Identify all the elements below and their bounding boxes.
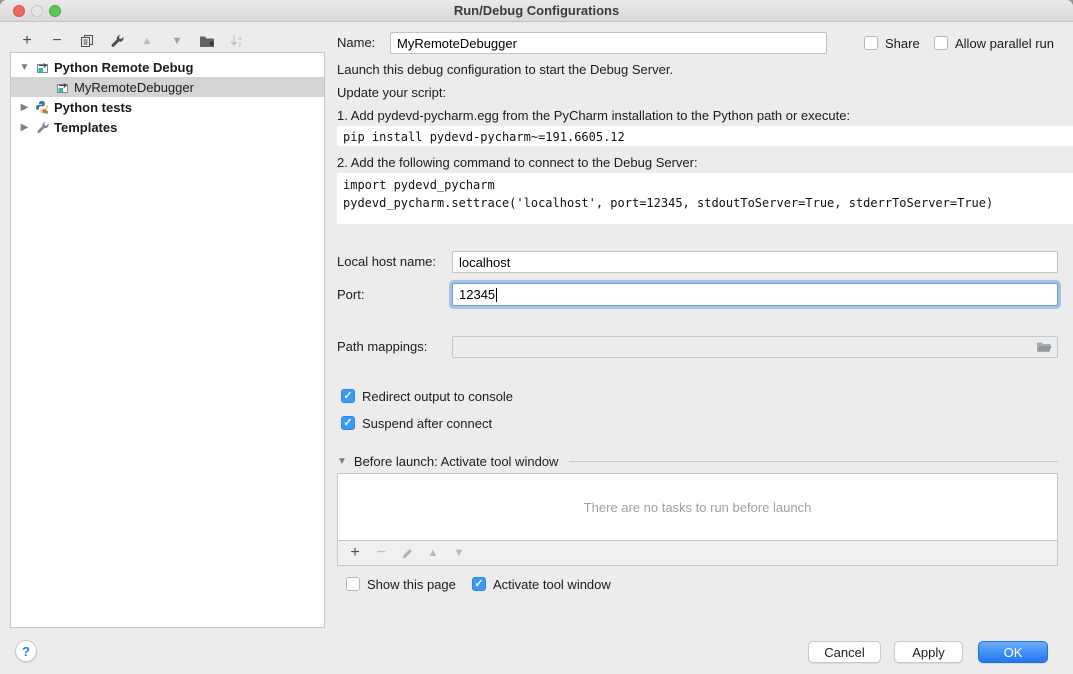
path-mappings-input[interactable] bbox=[452, 336, 1058, 358]
before-launch-header[interactable]: ▼ Before launch: Activate tool window bbox=[337, 454, 1058, 469]
local-host-name-label: Local host name: bbox=[337, 251, 436, 273]
add-configuration-button[interactable]: + bbox=[14, 30, 40, 52]
text-caret bbox=[496, 288, 497, 302]
move-task-down-button[interactable]: ▼ bbox=[450, 544, 468, 562]
share-option: ✓ Share bbox=[864, 35, 920, 51]
browse-folder-button[interactable] bbox=[1036, 341, 1052, 354]
show-this-page-option: ✓ Show this page bbox=[346, 576, 456, 592]
redirect-output-option: ✓ Redirect output to console bbox=[341, 388, 513, 404]
redirect-output-label: Redirect output to console bbox=[362, 389, 513, 404]
sort-configurations-button[interactable]: az bbox=[224, 30, 250, 52]
intro-text: Launch this debug configuration to start… bbox=[337, 62, 673, 77]
copy-icon bbox=[80, 34, 94, 48]
show-this-page-label: Show this page bbox=[367, 577, 456, 592]
suspend-after-connect-label: Suspend after connect bbox=[362, 416, 492, 431]
move-up-icon: ▲ bbox=[142, 36, 153, 47]
tree-item-label: Python Remote Debug bbox=[54, 60, 193, 75]
configurations-toolbar: + − ▲ ▼ az bbox=[14, 30, 250, 52]
sort-alpha-icon: az bbox=[230, 34, 244, 48]
chevron-expanded-icon[interactable]: ▼ bbox=[19, 62, 30, 73]
section-divider bbox=[569, 461, 1058, 462]
activate-tool-window-checkbox[interactable]: ✓ bbox=[472, 577, 486, 591]
path-mappings-label: Path mappings: bbox=[337, 336, 427, 358]
remove-icon: − bbox=[376, 545, 385, 561]
name-label: Name: bbox=[337, 32, 375, 54]
move-task-up-button[interactable]: ▲ bbox=[424, 544, 442, 562]
window-title: Run/Debug Configurations bbox=[0, 3, 1073, 18]
activate-tool-window-option: ✓ Activate tool window bbox=[472, 576, 611, 592]
update-script-text: Update your script: bbox=[337, 85, 446, 100]
move-down-icon: ▼ bbox=[172, 36, 183, 47]
edit-task-button[interactable] bbox=[398, 544, 416, 562]
templates-wrench-icon bbox=[35, 120, 49, 134]
remote-debug-config-icon bbox=[55, 80, 69, 94]
python-tests-icon bbox=[35, 100, 49, 114]
settrace-code: import pydevd_pycharm pydevd_pycharm.set… bbox=[337, 173, 1073, 224]
tree-item-myremotedebugger[interactable]: MyRemoteDebugger bbox=[11, 77, 324, 97]
name-input[interactable] bbox=[390, 32, 827, 54]
help-button[interactable]: ? bbox=[15, 640, 37, 662]
remove-icon: − bbox=[52, 33, 61, 49]
allow-parallel-run-checkbox[interactable]: ✓ bbox=[934, 36, 948, 50]
suspend-after-connect-option: ✓ Suspend after connect bbox=[341, 415, 492, 431]
port-input[interactable]: 12345 bbox=[452, 283, 1058, 306]
step1-text: 1. Add pydevd-pycharm.egg from the PyCha… bbox=[337, 108, 850, 123]
chevron-collapsed-icon[interactable]: ▶ bbox=[19, 102, 30, 113]
share-checkbox[interactable]: ✓ bbox=[864, 36, 878, 50]
svg-text:z: z bbox=[238, 42, 241, 48]
add-task-button[interactable]: + bbox=[346, 544, 364, 562]
svg-text:a: a bbox=[238, 35, 242, 42]
before-launch-task-list[interactable]: There are no tasks to run before launch bbox=[337, 473, 1058, 541]
share-label: Share bbox=[885, 36, 920, 51]
remove-task-button[interactable]: − bbox=[372, 544, 390, 562]
copy-configuration-button[interactable] bbox=[74, 30, 100, 52]
port-value: 12345 bbox=[459, 287, 495, 302]
pip-install-code: pip install pydevd-pycharm~=191.6605.12 bbox=[337, 126, 1073, 146]
create-folder-button[interactable] bbox=[194, 30, 220, 52]
task-list-toolbar: + − ▲ ▼ bbox=[337, 541, 1058, 566]
show-this-page-checkbox[interactable]: ✓ bbox=[346, 577, 360, 591]
allow-parallel-run-option: ✓ Allow parallel run bbox=[934, 35, 1054, 51]
add-icon: + bbox=[22, 33, 31, 49]
tree-item-python-remote-debug[interactable]: ▼ Python Remote Debug bbox=[11, 57, 324, 77]
activate-tool-window-label: Activate tool window bbox=[493, 577, 611, 592]
port-label: Port: bbox=[337, 284, 364, 306]
step2-text: 2. Add the following command to connect … bbox=[337, 155, 698, 170]
move-up-button[interactable]: ▲ bbox=[134, 30, 160, 52]
remove-configuration-button[interactable]: − bbox=[44, 30, 70, 52]
local-host-name-input[interactable] bbox=[452, 251, 1058, 273]
allow-parallel-run-label: Allow parallel run bbox=[955, 36, 1054, 51]
wrench-icon bbox=[110, 34, 124, 48]
tree-item-label: Python tests bbox=[54, 100, 132, 115]
tree-item-python-tests[interactable]: ▶ Python tests bbox=[11, 97, 324, 117]
edit-pencil-icon bbox=[401, 547, 414, 560]
title-bar: Run/Debug Configurations bbox=[0, 0, 1073, 22]
tree-item-templates[interactable]: ▶ Templates bbox=[11, 117, 324, 137]
move-down-button[interactable]: ▼ bbox=[164, 30, 190, 52]
suspend-after-connect-checkbox[interactable]: ✓ bbox=[341, 416, 355, 430]
tree-item-label: MyRemoteDebugger bbox=[74, 80, 194, 95]
empty-tasks-text: There are no tasks to run before launch bbox=[584, 500, 812, 515]
open-folder-icon bbox=[1036, 341, 1052, 354]
tree-item-label: Templates bbox=[54, 120, 117, 135]
new-folder-icon bbox=[199, 34, 215, 48]
ok-button[interactable]: OK bbox=[978, 641, 1048, 663]
remote-debug-config-icon bbox=[35, 60, 49, 74]
chevron-expanded-icon[interactable]: ▼ bbox=[337, 456, 347, 467]
redirect-output-checkbox[interactable]: ✓ bbox=[341, 389, 355, 403]
help-icon: ? bbox=[22, 644, 30, 659]
cancel-button[interactable]: Cancel bbox=[808, 641, 881, 663]
run-debug-configurations-dialog: Run/Debug Configurations + − ▲ ▼ az ▼ Py… bbox=[0, 0, 1073, 674]
before-launch-title: Before launch: Activate tool window bbox=[354, 454, 559, 469]
chevron-collapsed-icon[interactable]: ▶ bbox=[19, 122, 30, 133]
move-down-icon: ▼ bbox=[454, 548, 465, 559]
add-icon: + bbox=[350, 545, 359, 561]
edit-defaults-button[interactable] bbox=[104, 30, 130, 52]
move-up-icon: ▲ bbox=[428, 548, 439, 559]
configurations-tree: ▼ Python Remote Debug MyRemoteDebugger ▶ bbox=[10, 52, 325, 628]
apply-button[interactable]: Apply bbox=[894, 641, 963, 663]
